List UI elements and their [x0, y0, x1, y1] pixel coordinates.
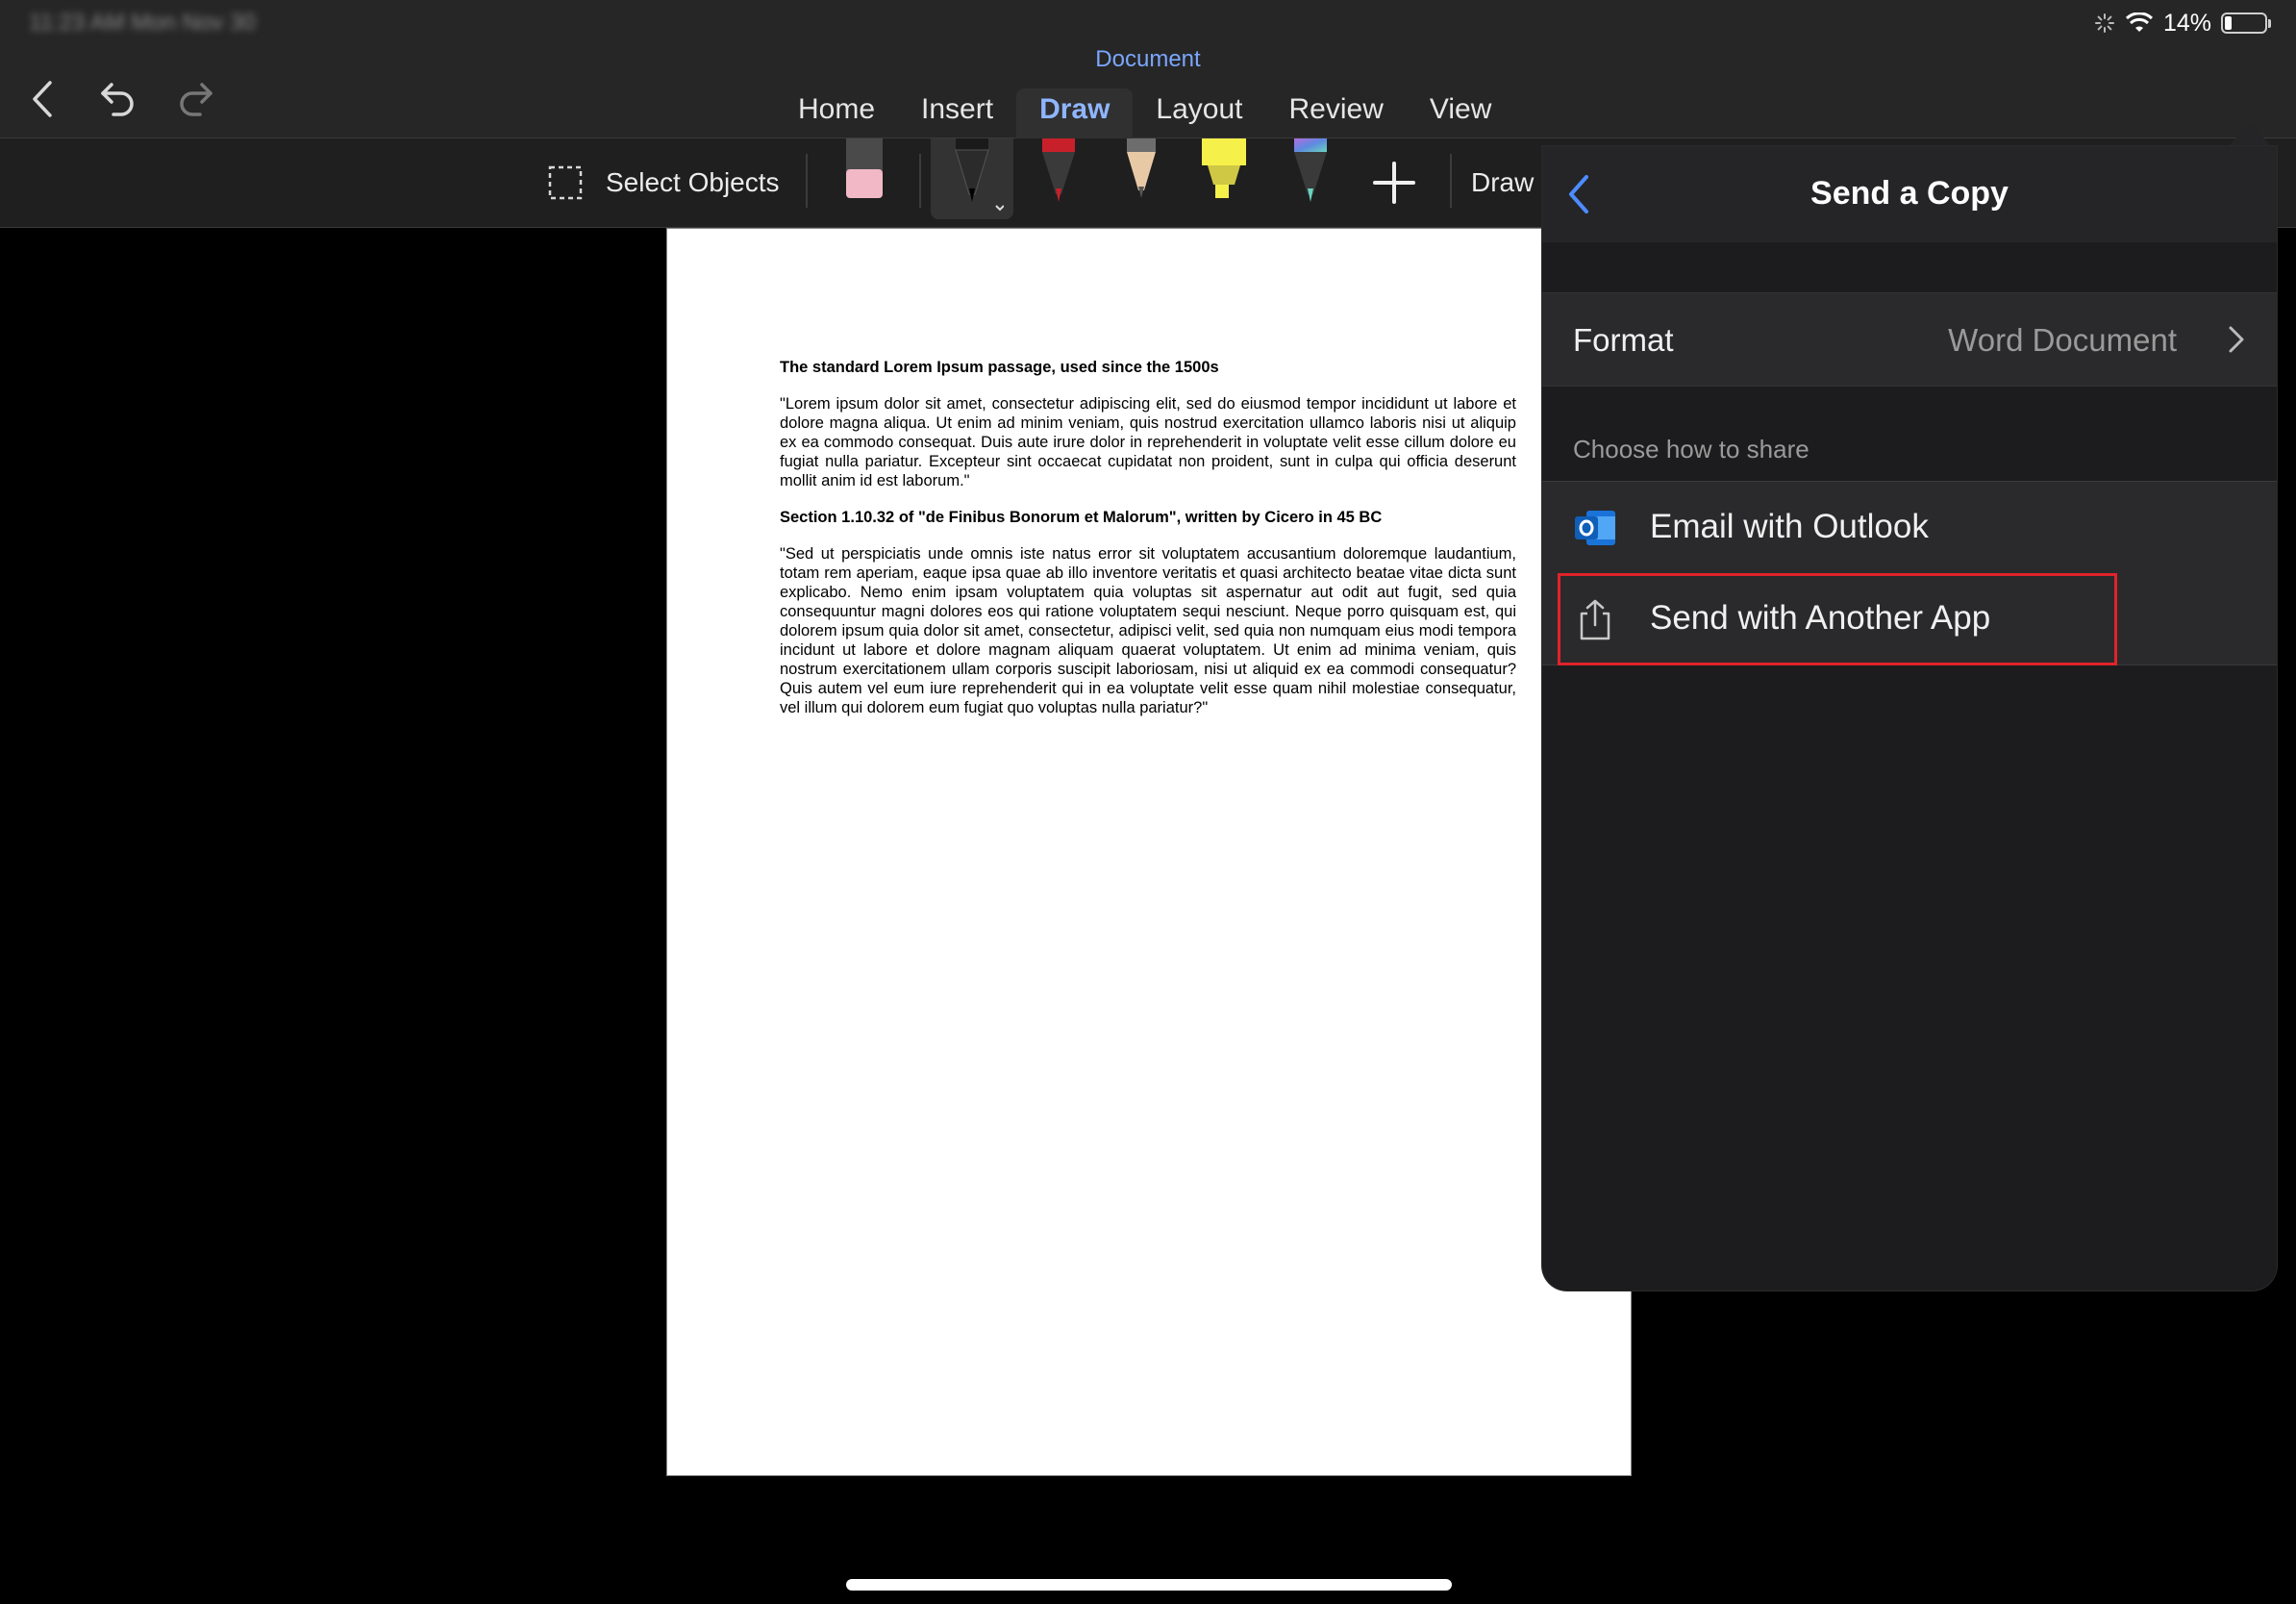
document-body: The standard Lorem Ipsum passage, used s…	[780, 358, 1516, 735]
panel-title: Send a Copy	[1810, 175, 2009, 212]
tab-view[interactable]: View	[1407, 88, 1514, 140]
share-icon	[1580, 599, 1610, 640]
pen-black-icon[interactable]	[940, 138, 1004, 215]
format-label: Format	[1573, 322, 1674, 358]
tab-layout[interactable]: Layout	[1133, 88, 1265, 140]
battery-icon	[2221, 13, 2271, 34]
document-paragraph: "Sed ut perspiciatis unde omnis iste nat…	[780, 545, 1516, 716]
toolbar-divider	[919, 154, 921, 208]
send-a-copy-panel: Send a Copy Format Word Document Choose …	[1542, 146, 2277, 1291]
status-time: 11:23 AM Mon Nov 30	[29, 10, 256, 36]
top-bar: 11:23 AM Mon Nov 30 14% Document Home In…	[0, 0, 2296, 140]
select-objects-label: Select Objects	[606, 167, 780, 197]
document-paragraph: "Lorem ipsum dolor sit amet, consectetur…	[780, 395, 1516, 489]
status-indicators: 14%	[2094, 6, 2271, 40]
tab-draw[interactable]: Draw	[1016, 88, 1134, 140]
battery-percent: 14%	[2162, 9, 2211, 37]
home-indicator[interactable]	[846, 1579, 1452, 1591]
document-heading: Section 1.10.32 of "de Finibus Bonorum e…	[780, 509, 1383, 526]
panel-header: Send a Copy	[1542, 146, 2277, 242]
toolbar-divider	[806, 154, 808, 208]
back-icon[interactable]	[19, 75, 67, 123]
toolbar-divider	[1450, 154, 1452, 208]
activity-spinner-icon	[2094, 13, 2114, 33]
tab-review[interactable]: Review	[1266, 88, 1407, 140]
chevron-right-icon	[2229, 326, 2244, 353]
tab-insert[interactable]: Insert	[898, 88, 1016, 140]
pen-galaxy-icon[interactable]	[1279, 138, 1342, 215]
email-with-outlook-label: Email with Outlook	[1650, 508, 1929, 545]
wifi-icon	[2125, 13, 2153, 32]
popover-caret	[2229, 123, 2271, 146]
format-row[interactable]: Format Word Document	[1542, 292, 2277, 387]
select-objects-button[interactable]: Select Objects	[546, 162, 780, 204]
send-with-another-app-option[interactable]: Send with Another App	[1542, 573, 2277, 665]
add-tool-icon[interactable]	[1365, 154, 1423, 212]
email-with-outlook-option[interactable]: Email with Outlook	[1542, 481, 2277, 574]
format-value: Word Document	[1948, 322, 2177, 358]
document-heading: The standard Lorem Ipsum passage, used s…	[780, 359, 1219, 376]
redo-icon[interactable]	[171, 75, 219, 123]
document-title[interactable]: Document	[0, 46, 2296, 73]
pencil-icon[interactable]	[1110, 138, 1173, 215]
send-with-another-app-label: Send with Another App	[1650, 599, 1991, 637]
tab-home[interactable]: Home	[775, 88, 898, 140]
choose-how-to-share-label: Choose how to share	[1573, 435, 1809, 464]
highlighter-yellow-icon[interactable]	[1192, 138, 1256, 215]
eraser-icon[interactable]	[833, 138, 896, 215]
pen-red-icon[interactable]	[1027, 138, 1090, 215]
document-page[interactable]: The standard Lorem Ipsum passage, used s…	[666, 228, 1632, 1476]
undo-icon[interactable]	[94, 75, 142, 123]
outlook-icon	[1575, 511, 1615, 545]
select-objects-icon	[548, 165, 583, 200]
